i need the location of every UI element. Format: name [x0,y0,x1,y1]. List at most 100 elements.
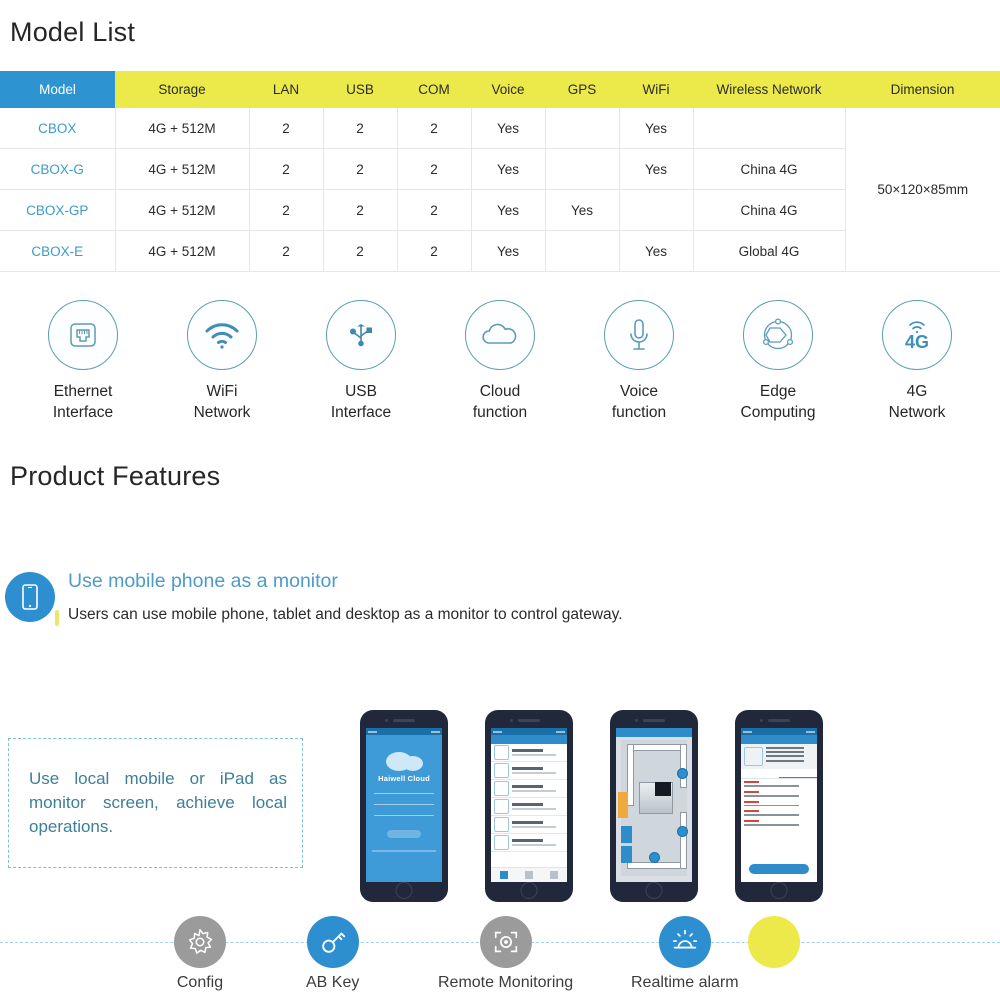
feature-item-edge-computing: Edge Computing [713,300,843,423]
list-item[interactable] [741,818,817,828]
device-thumbnail-icon [494,817,509,832]
cell-model: CBOX-E [0,230,116,272]
feature-timeline: Config AB Key Remote Monitoring Realtime… [0,908,1000,1000]
camera-focus-icon [479,916,532,968]
column-header-voice: Voice [471,71,545,108]
timeline-label: Remote Monitoring [438,974,574,991]
list-item[interactable] [491,744,567,762]
feature-item-cloud: Cloud function [435,300,565,423]
load-more-button[interactable] [749,864,809,874]
phone-screen: Haiwell Cloud [366,728,442,882]
cell-gps [544,108,620,149]
phone-screen [491,728,567,882]
yellow-accent-mark [55,610,59,626]
blank-node-icon [748,916,800,968]
feature-label: USB Interface [330,383,392,421]
list-item[interactable] [491,816,567,834]
pipe-segment [680,812,687,869]
tab-alarms[interactable] [524,871,533,879]
cell-wireless-network: Global 4G [692,230,846,272]
battery-indicator [806,730,815,733]
phone-mockup-hmi-diagram [610,710,698,902]
device-thumbnail-icon [494,835,509,850]
signal-indicator [493,730,502,733]
table-header-row: Model Storage LAN USB COM Voice GPS WiFi… [0,71,1000,108]
column-header-model: Model [0,71,115,108]
pipe-segment [627,862,687,869]
feature-label: Voice function [611,383,667,421]
cell-usb: 2 [322,230,398,272]
timeline-label: AB Key [306,974,360,991]
usb-trident-icon [326,300,396,370]
cell-lan: 2 [248,189,324,231]
device-thumbnail-icon [494,763,509,778]
tab-realtime-alarm[interactable] [741,769,779,778]
control-button[interactable] [621,846,632,863]
nav-bar [491,735,567,744]
list-item[interactable] [741,779,817,789]
feature-item-4g-network: 4G 4G Network [852,300,982,423]
device-thumbnail-icon [744,747,763,766]
cell-lan: 2 [248,230,324,272]
cell-com: 2 [396,230,472,272]
cell-model: CBOX-GP [0,189,116,231]
cloud-logo-icon [383,749,425,771]
device-thumbnail-icon [494,799,509,814]
status-badge [618,792,628,818]
edge-computing-icon [743,300,813,370]
timeline-node-ab-key[interactable]: AB Key [306,916,359,992]
gear-icon [174,916,226,968]
list-item[interactable] [491,798,567,816]
list-item[interactable] [741,799,817,809]
page-title-model-list: Model List [10,17,136,47]
list-item[interactable] [491,780,567,798]
pipe-segment [627,744,634,806]
tab-devices[interactable] [499,871,508,879]
device-thumbnail-icon [494,745,509,760]
feature-item-voice: Voice function [574,300,704,423]
cell-model: CBOX [0,108,116,149]
tab-profile[interactable] [550,871,559,879]
control-button[interactable] [621,826,632,843]
timeline-node-realtime-alarm[interactable]: Realtime alarm [631,916,739,992]
mobile-phone-icon [5,572,55,622]
valve-indicator[interactable] [677,768,688,779]
phone-speaker [518,719,540,722]
phone-mockup-cloud-login: Haiwell Cloud [360,710,448,902]
valve-indicator[interactable] [677,826,688,837]
timeline-node-config[interactable]: Config [174,916,226,992]
device-info-header [741,744,817,769]
local-operation-callout-text: Use local mobile or iPad as monitor scre… [29,769,287,836]
list-item[interactable] [491,762,567,780]
4g-glyph-text: 4G [905,332,929,352]
list-item[interactable] [741,789,817,799]
feature-label: Cloud function [472,383,528,421]
feature-item-wifi: WiFi Network [157,300,287,423]
alarm-tab-bar [741,769,817,779]
phone-camera [635,719,638,722]
column-header-wifi: WiFi [619,71,693,108]
column-header-dimension: Dimension [845,71,1000,108]
phone-home-button [645,882,663,899]
status-bar [741,728,817,735]
cell-wireless-network: China 4G [692,148,846,190]
device-text [512,803,564,810]
list-item[interactable] [491,834,567,852]
timeline-node-remote-monitoring[interactable]: Remote Monitoring [438,916,573,992]
cell-gps [544,230,620,272]
phone-camera [510,719,513,722]
valve-indicator[interactable] [649,852,660,863]
feature-heading: Use mobile phone as a monitor [68,570,338,592]
cell-com: 2 [396,108,472,149]
timeline-node-blank[interactable] [748,916,800,974]
login-button[interactable] [387,830,421,838]
cell-usb: 2 [322,189,398,231]
cell-gps: Yes [544,189,620,231]
cell-voice: Yes [470,189,546,231]
device-info-text [766,747,814,766]
cell-usb: 2 [322,108,398,149]
cell-storage: 4G + 512M [114,230,250,272]
list-item[interactable] [741,808,817,818]
tab-history-alarm[interactable] [779,769,817,778]
page-title-product-features: Product Features [10,461,221,491]
